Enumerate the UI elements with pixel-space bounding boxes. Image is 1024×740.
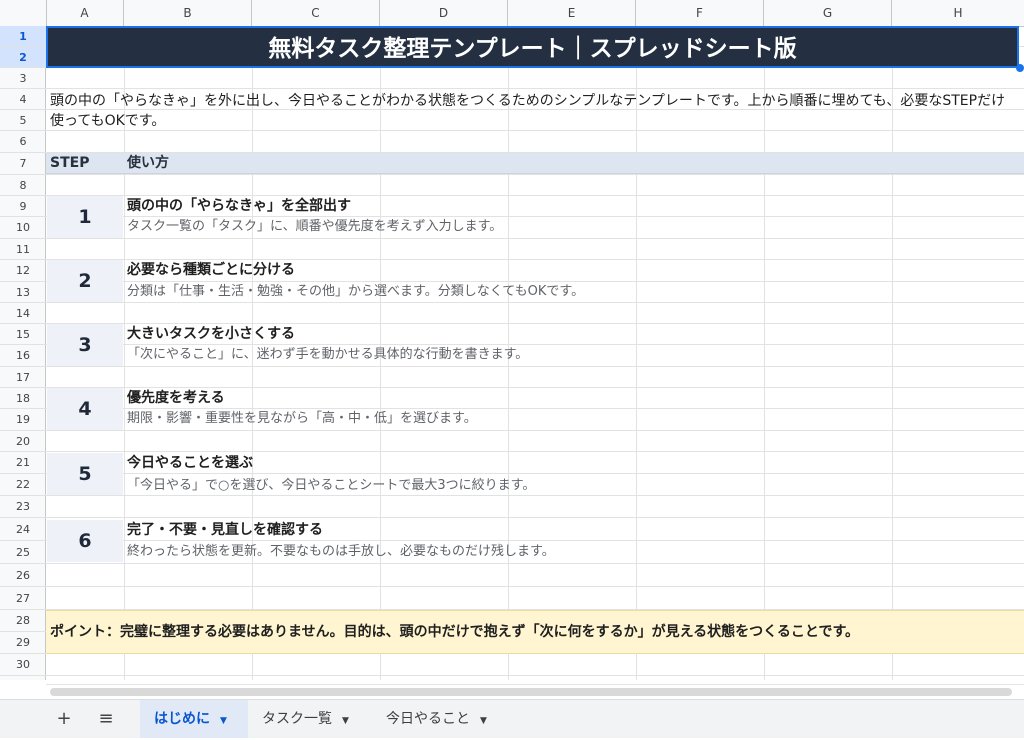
step-title[interactable]: 今日やることを選ぶ xyxy=(127,453,253,473)
row-header-16[interactable]: 16 xyxy=(0,345,46,367)
row-header-18[interactable]: 18 xyxy=(0,388,46,409)
row-gridline xyxy=(46,586,1024,587)
column-header-d[interactable]: D xyxy=(380,0,508,26)
step-description[interactable]: タスク一覧の「タスク」に、順番や優先度を考えず入力します。 xyxy=(127,217,502,237)
step-title[interactable]: 優先度を考える xyxy=(127,388,225,408)
row-gridline xyxy=(46,563,1024,564)
column-header-f[interactable]: F xyxy=(636,0,764,26)
tab-label: はじめに xyxy=(154,711,210,727)
row-header-9[interactable]: 9 xyxy=(0,196,46,217)
row-header-21[interactable]: 21 xyxy=(0,452,46,474)
step-description[interactable]: 「今日やる」で○を選び、今日やることシートで最大3つに絞ります。 xyxy=(127,476,535,496)
chevron-down-icon[interactable]: ▼ xyxy=(220,716,227,726)
row-header-27[interactable]: 27 xyxy=(0,587,46,610)
row-gridline xyxy=(46,451,1024,452)
row-header-6[interactable]: 6 xyxy=(0,131,46,153)
select-all-corner[interactable] xyxy=(0,0,47,26)
column-header-b[interactable]: B xyxy=(124,0,252,26)
row-header-12[interactable]: 12 xyxy=(0,260,46,282)
row-gridline xyxy=(46,540,1024,541)
row-header-2[interactable]: 2 xyxy=(0,47,46,68)
step-description[interactable]: 「次にやること」に、迷わず手を動かせる具体的な行動を書きます。 xyxy=(127,345,528,365)
row-header-8[interactable]: 8 xyxy=(0,175,46,196)
horizontal-scrollbar[interactable] xyxy=(46,684,1024,699)
row-header-15[interactable]: 15 xyxy=(0,324,46,345)
tab-hajimeni[interactable]: はじめに ▼ xyxy=(140,700,248,738)
row-gridline xyxy=(46,366,1024,367)
step-number[interactable]: 4 xyxy=(47,388,123,430)
row-gridline xyxy=(46,430,1024,431)
row-gridline xyxy=(46,473,1024,474)
column-header-bar: A B C D E F G H xyxy=(0,0,1024,27)
row-header-5[interactable]: 5 xyxy=(0,110,46,131)
row-header-13[interactable]: 13 xyxy=(0,282,46,303)
row-header-23[interactable]: 23 xyxy=(0,496,46,518)
row-header-10[interactable]: 10 xyxy=(0,217,46,239)
step-column-label[interactable]: STEP xyxy=(50,153,89,174)
step-title[interactable]: 大きいタスクを小さくする xyxy=(127,324,295,344)
step-title[interactable]: 頭の中の「やらなきゃ」を全部出す xyxy=(127,196,351,216)
all-sheets-menu-button[interactable]: ≡ xyxy=(92,700,120,738)
row-gridline xyxy=(46,517,1024,518)
row-gridline xyxy=(46,174,1024,175)
column-header-a[interactable]: A xyxy=(46,0,124,26)
step-description[interactable]: 期限・影響・重要性を見ながら「高・中・低」を選びます。 xyxy=(127,409,477,429)
chevron-down-icon[interactable]: ▼ xyxy=(342,716,349,726)
selection-fill-handle[interactable] xyxy=(1016,64,1024,72)
row-header-29[interactable]: 29 xyxy=(0,632,46,654)
row-header-7[interactable]: 7 xyxy=(0,153,46,175)
row-header-1[interactable]: 1 xyxy=(0,26,46,47)
tab-task-list[interactable]: タスク一覧 ▼ xyxy=(248,700,368,738)
row-gridline xyxy=(46,302,1024,303)
step-description[interactable]: 終わったら状態を更新。不要なものは手放し、必要なものだけ残します。 xyxy=(127,542,555,562)
row-header-bar: 1 2 3 4 5 6 7 8 9 10 11 12 13 14 15 16 17 18 19 20 21 22 23 24 2… xyxy=(0,26,46,680)
tab-label: 今日やること xyxy=(386,711,470,727)
step-number[interactable]: 2 xyxy=(47,260,123,302)
spreadsheet-grid[interactable]: A B C D E F G H 1 2 3 4 5 6 7 8 9 10 11 12 13 14 15 16 1… xyxy=(0,0,1024,680)
column-header-g[interactable]: G xyxy=(764,0,892,26)
point-note-text: ポイント：完璧に整理する必要はありません。目的は、頭の中だけで抱えず「次に何をす… xyxy=(50,624,860,640)
intro-text[interactable]: 頭の中の「やらなきゃ」を外に出し、今日やることがわかる状態をつくるためのシンプル… xyxy=(50,91,1018,131)
row-header-11[interactable]: 11 xyxy=(0,239,46,260)
row-header-17[interactable]: 17 xyxy=(0,367,46,388)
row-header-30[interactable]: 30 xyxy=(0,654,46,676)
usage-column-label[interactable]: 使い方 xyxy=(127,153,169,174)
column-header-c[interactable]: C xyxy=(252,0,380,26)
row-gridline xyxy=(46,88,1024,89)
step-title[interactable]: 完了・不要・見直しを確認する xyxy=(127,520,323,540)
row-header-20[interactable]: 20 xyxy=(0,431,46,452)
step-title[interactable]: 必要なら種類ごとに分ける xyxy=(127,260,295,280)
step-description[interactable]: 分類は「仕事・生活・勉強・その他」から選べます。分類しなくてもOKです。 xyxy=(127,282,584,302)
scrollbar-thumb[interactable] xyxy=(50,688,1012,696)
point-note-cell[interactable]: ポイント：完璧に整理する必要はありません。目的は、頭の中だけで抱えず「次に何をす… xyxy=(46,610,1024,654)
sheet-title-cell[interactable]: 無料タスク整理テンプレート｜スプレッドシート版 xyxy=(46,26,1019,68)
row-header-14[interactable]: 14 xyxy=(0,303,46,324)
row-header-19[interactable]: 19 xyxy=(0,409,46,431)
tab-label: タスク一覧 xyxy=(262,711,332,727)
chevron-down-icon[interactable]: ▼ xyxy=(480,716,487,726)
row-header-26[interactable]: 26 xyxy=(0,564,46,587)
row-header-28[interactable]: 28 xyxy=(0,610,46,632)
step-number[interactable]: 3 xyxy=(47,324,123,366)
column-header-e[interactable]: E xyxy=(508,0,636,26)
step-number[interactable]: 1 xyxy=(47,196,123,238)
column-header-h[interactable]: H xyxy=(892,0,1024,26)
step-number[interactable]: 5 xyxy=(47,453,123,495)
add-sheet-button[interactable]: + xyxy=(50,700,78,738)
row-gridline xyxy=(46,238,1024,239)
row-header-4[interactable]: 4 xyxy=(0,89,46,110)
sheet-tab-bar: + ≡ はじめに ▼ タスク一覧 ▼ 今日やること ▼ xyxy=(0,699,1024,738)
tab-today[interactable]: 今日やること ▼ xyxy=(372,700,512,738)
row-gridline xyxy=(46,675,1024,676)
row-header-24[interactable]: 24 xyxy=(0,518,46,541)
row-header-3[interactable]: 3 xyxy=(0,68,46,89)
step-number[interactable]: 6 xyxy=(47,520,123,562)
step-table-header: STEP 使い方 xyxy=(46,153,1024,174)
row-header-25[interactable]: 25 xyxy=(0,541,46,564)
row-header-22[interactable]: 22 xyxy=(0,474,46,496)
